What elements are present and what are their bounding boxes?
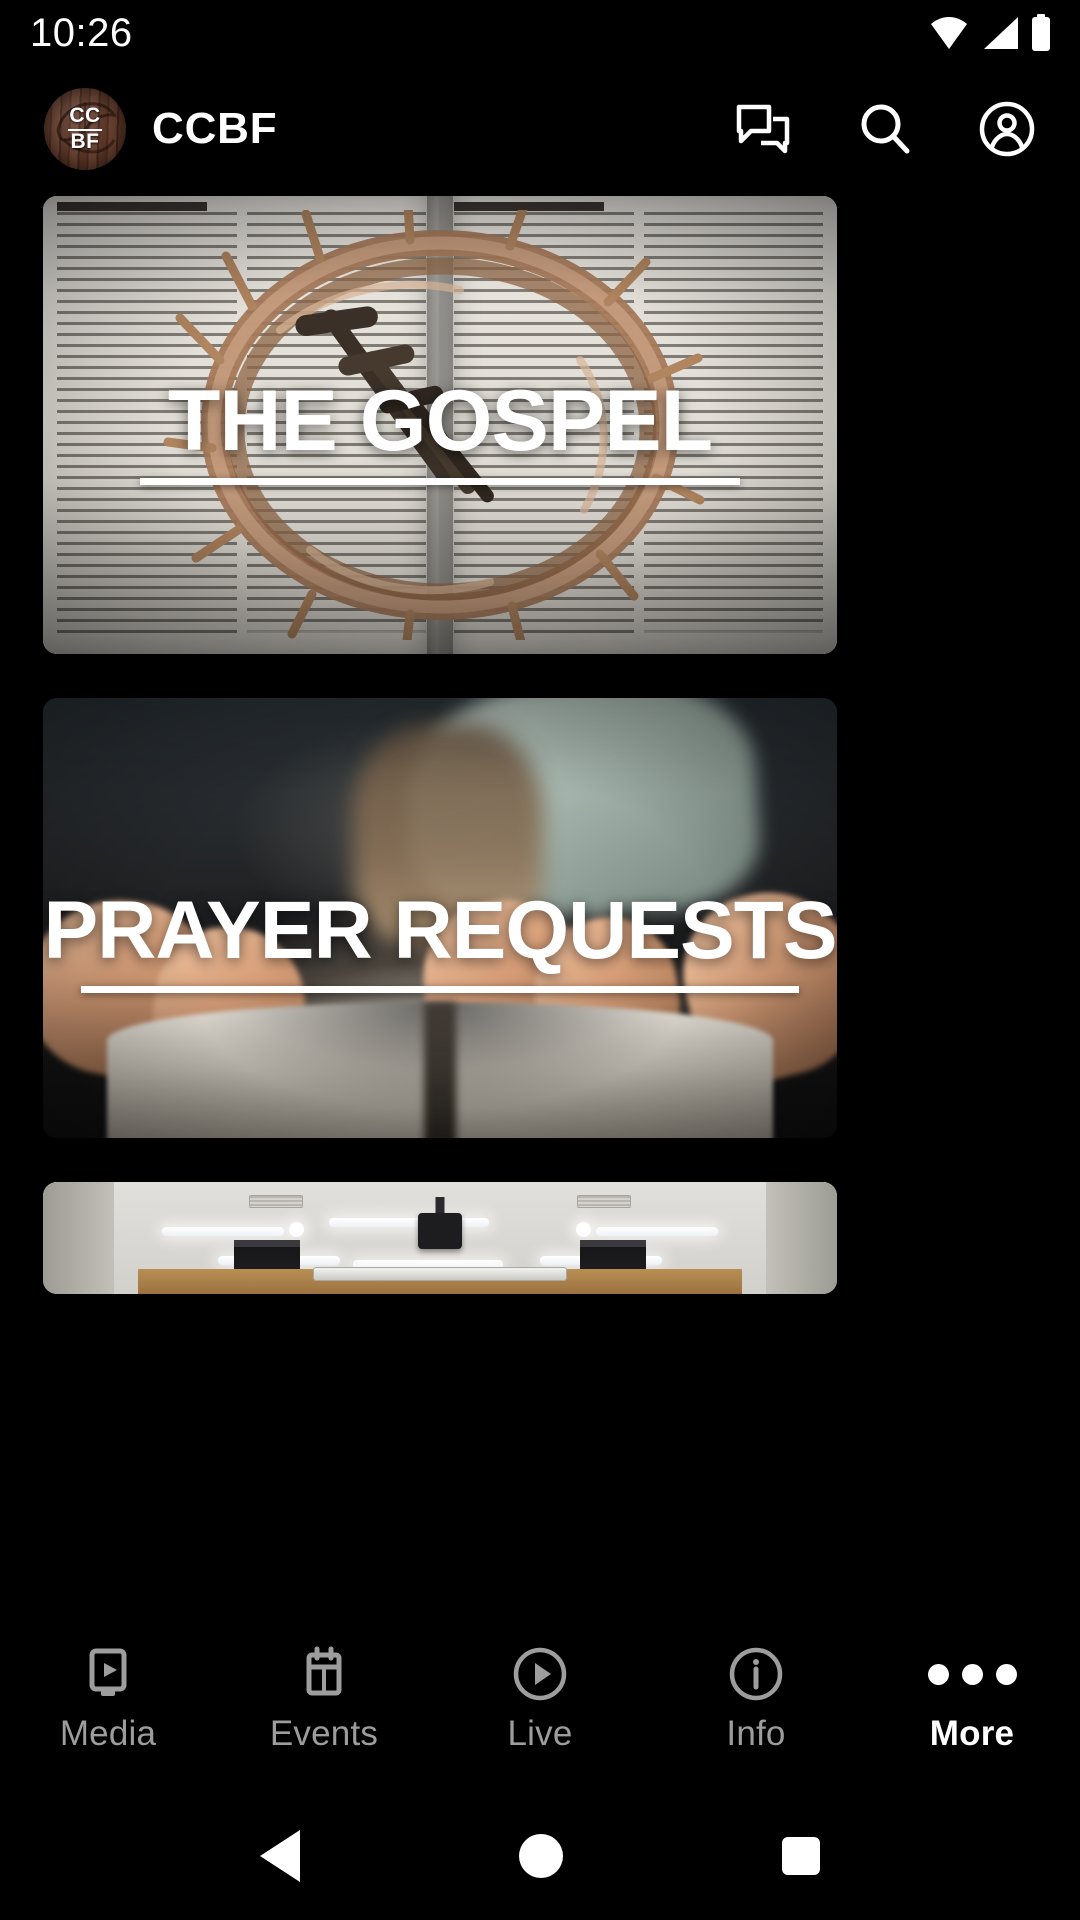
card-feed[interactable]: THE GOSPEL PRAYER REQUESTS <box>0 196 1080 1328</box>
recents-square-icon <box>782 1837 821 1875</box>
ceiling-vent <box>576 1195 631 1209</box>
app-header: CC BF CCBF <box>0 80 1080 178</box>
play-circle-icon <box>511 1644 569 1704</box>
info-circle-icon <box>727 1644 785 1704</box>
nav-item-more[interactable]: More <box>884 1644 1060 1754</box>
nav-item-live[interactable]: Live <box>452 1644 628 1754</box>
status-bar-clock: 10:26 <box>30 10 133 55</box>
status-bar-icons <box>928 14 1052 52</box>
card-overlay-gradient <box>43 698 837 1138</box>
nav-item-label: Live <box>507 1714 573 1753</box>
back-triangle-icon <box>259 1830 300 1882</box>
ceiling-light-tube <box>595 1226 718 1236</box>
app-header-actions <box>734 100 1046 158</box>
account-button[interactable] <box>978 100 1036 158</box>
room-wall-left <box>43 1182 115 1294</box>
home-button[interactable] <box>518 1834 563 1878</box>
ceiling-vent <box>249 1195 304 1209</box>
status-bar: 10:26 <box>0 0 1080 66</box>
chat-icon <box>735 103 791 155</box>
brand-block[interactable]: CC BF CCBF <box>44 88 277 170</box>
nav-item-media[interactable]: Media <box>20 1644 196 1754</box>
ceiling-light-tube <box>328 1217 489 1227</box>
ccbf-logo-icon[interactable]: CC BF <box>44 88 126 170</box>
logo-monogram-bottom: BF <box>70 129 100 153</box>
recents-button[interactable] <box>782 1837 821 1875</box>
nav-item-label: Media <box>59 1714 157 1753</box>
back-button[interactable] <box>259 1830 300 1882</box>
search-icon <box>857 101 913 157</box>
card-prayer-requests[interactable]: PRAYER REQUESTS <box>43 698 837 1138</box>
card-room[interactable] <box>43 1182 837 1294</box>
calendar-icon <box>295 1644 353 1704</box>
logo-monogram: CC BF <box>44 88 126 170</box>
wifi-icon <box>928 15 970 51</box>
battery-icon <box>1030 14 1052 52</box>
projector-screen-roll <box>312 1266 568 1281</box>
ceiling-projector <box>418 1213 462 1250</box>
chat-button[interactable] <box>734 100 792 158</box>
system-navigation-bar <box>0 1792 1080 1920</box>
nav-item-info[interactable]: Info <box>668 1644 844 1754</box>
search-button[interactable] <box>856 100 914 158</box>
room-wall-right <box>765 1182 837 1294</box>
nav-item-label: More <box>929 1714 1015 1753</box>
nav-item-label: Events <box>269 1714 379 1753</box>
cellular-signal-icon <box>980 15 1020 51</box>
room-background-image <box>43 1182 837 1294</box>
logo-monogram-top: CC <box>69 104 101 128</box>
ceiling-light-tube <box>162 1226 285 1236</box>
nav-item-events[interactable]: Events <box>236 1644 412 1754</box>
app-title: CCBF <box>152 104 278 153</box>
account-icon <box>978 100 1036 158</box>
home-circle-icon <box>518 1834 563 1878</box>
media-screen-play-icon <box>79 1644 137 1704</box>
card-overlay-gradient <box>43 196 837 654</box>
bottom-navigation-bar: Media Events Live Info More <box>0 1630 1080 1790</box>
nav-item-label: Info <box>726 1714 786 1753</box>
more-dots-icon <box>927 1644 1017 1704</box>
card-the-gospel[interactable]: THE GOSPEL <box>43 196 837 654</box>
